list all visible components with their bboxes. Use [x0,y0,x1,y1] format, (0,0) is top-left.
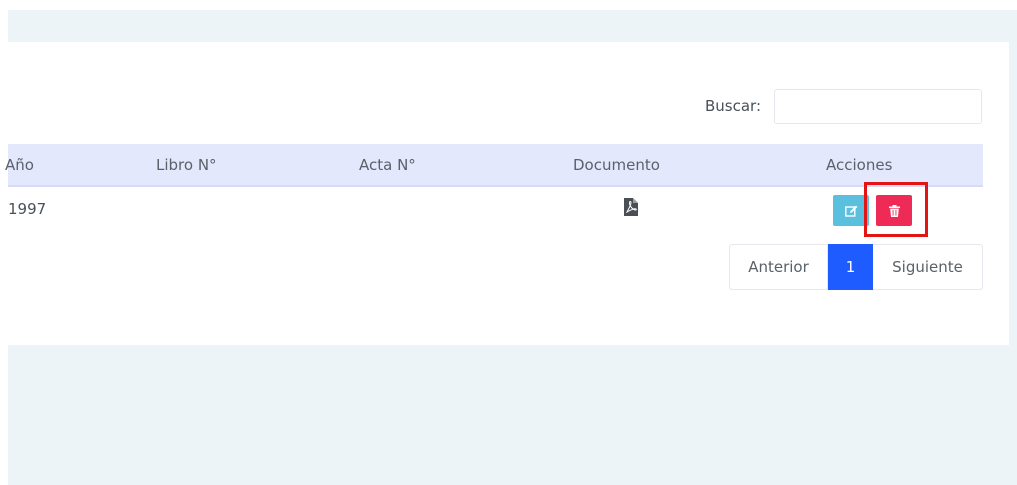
table-header: Año Libro N° Acta N° Documento Acciones [5,144,983,187]
pagination-page-1[interactable]: 1 [828,244,873,290]
cell-anio: 1997 [8,200,47,218]
edit-button[interactable] [833,195,869,226]
search-input[interactable] [774,89,982,124]
column-header-libro[interactable]: Libro N° [156,156,217,174]
column-header-anio[interactable]: Año [5,156,34,174]
edit-icon [844,205,857,217]
column-header-documento[interactable]: Documento [573,156,660,174]
column-header-acta[interactable]: Acta N° [359,156,416,174]
pagination-next[interactable]: Siguiente [873,244,983,290]
content-card [8,42,1009,345]
search-label: Buscar: [705,97,762,115]
column-header-acciones: Acciones [826,156,893,174]
pagination-previous[interactable]: Anterior [729,244,828,290]
trash-icon [888,204,900,217]
pdf-file-icon[interactable] [624,198,638,216]
delete-button[interactable] [876,195,912,226]
